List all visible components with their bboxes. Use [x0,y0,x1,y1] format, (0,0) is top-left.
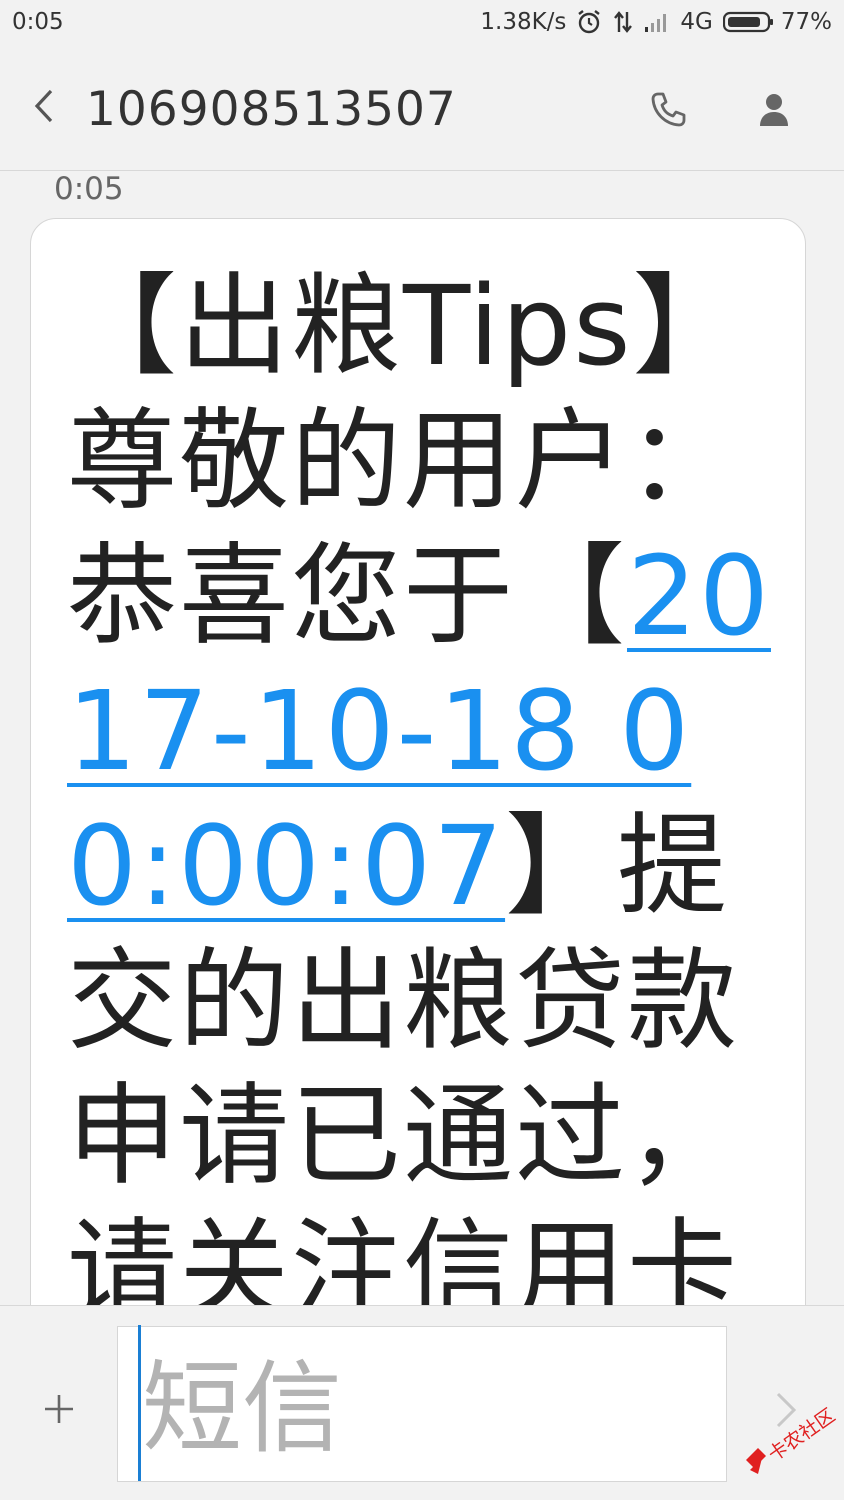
compose-bar [0,1305,844,1500]
text-caret [138,1325,141,1481]
add-attachment-button[interactable] [38,1388,80,1430]
battery-percent: 77% [780,9,832,35]
watermark: 卡农社区 [740,1402,840,1482]
message-text: 【出粮Tips】尊敬的用户：恭喜您于【2017-10-18 00:00:07】提… [67,259,777,1305]
conversation-header: 106908513507 [0,46,844,171]
back-button[interactable] [24,86,64,130]
battery-icon [722,11,775,33]
battery-indicator: 77% [722,9,832,35]
status-bar: 0:05 1.38K/s 4G 77% [0,0,844,46]
message-list[interactable]: 0:05 【出粮Tips】尊敬的用户：恭喜您于【2017-10-18 00:00… [0,171,844,1305]
network-speed: 1.38K/s [480,9,567,35]
phone-icon [648,92,688,134]
watermark-text: 卡农社区 [764,1404,839,1466]
plus-icon [38,1395,80,1434]
status-indicators: 1.38K/s 4G 77% [480,9,832,35]
status-time: 0:05 [12,9,64,35]
alarm-icon [576,9,602,35]
message-timestamp: 0:05 [54,171,124,207]
call-button[interactable] [648,90,692,134]
back-chevron-icon [33,88,55,128]
data-transfer-icon [612,10,634,34]
person-icon [754,94,794,134]
signal-icon [644,11,670,33]
message-input[interactable] [117,1326,727,1482]
message-bubble[interactable]: 【出粮Tips】尊敬的用户：恭喜您于【2017-10-18 00:00:07】提… [30,218,806,1305]
network-type: 4G [680,9,713,35]
contact-details-button[interactable] [754,90,798,134]
sms-screen: 0:05 1.38K/s 4G 77% 106908513507 0:05 【出… [0,0,844,1500]
contact-number: 106908513507 [86,82,457,137]
